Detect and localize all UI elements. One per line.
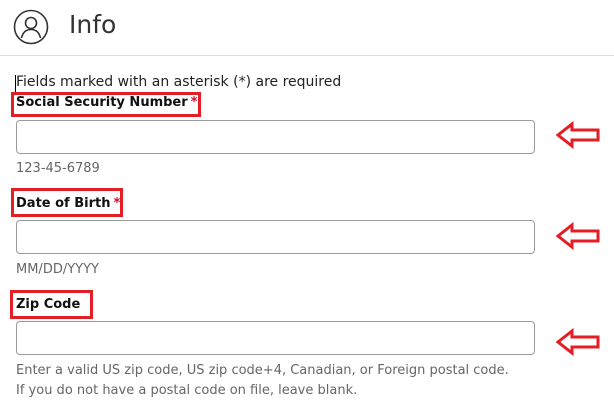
ssn-format-hint: 123-45-6789	[16, 161, 100, 176]
left-arrow-icon	[556, 222, 600, 250]
left-arrow-icon	[556, 121, 600, 149]
ssn-input[interactable]	[16, 120, 535, 154]
ssn-label-highlight	[11, 92, 201, 117]
section-header: Info	[0, 0, 614, 56]
info-form-page: Info Fields marked with an asterisk (*) …	[0, 0, 614, 417]
page-title: Info	[69, 10, 117, 39]
left-arrow-icon	[556, 328, 600, 356]
user-avatar-icon	[13, 9, 49, 45]
zip-label-highlight	[10, 290, 93, 319]
dob-format-hint: MM/DD/YYYY	[16, 262, 99, 277]
zip-help-text: Enter a valid US zip code, US zip code+4…	[16, 363, 509, 398]
zip-input[interactable]	[16, 321, 535, 355]
dob-label-highlight	[11, 188, 123, 217]
dob-input[interactable]	[16, 220, 535, 254]
required-fields-note: Fields marked with an asterisk (*) are r…	[16, 74, 342, 90]
